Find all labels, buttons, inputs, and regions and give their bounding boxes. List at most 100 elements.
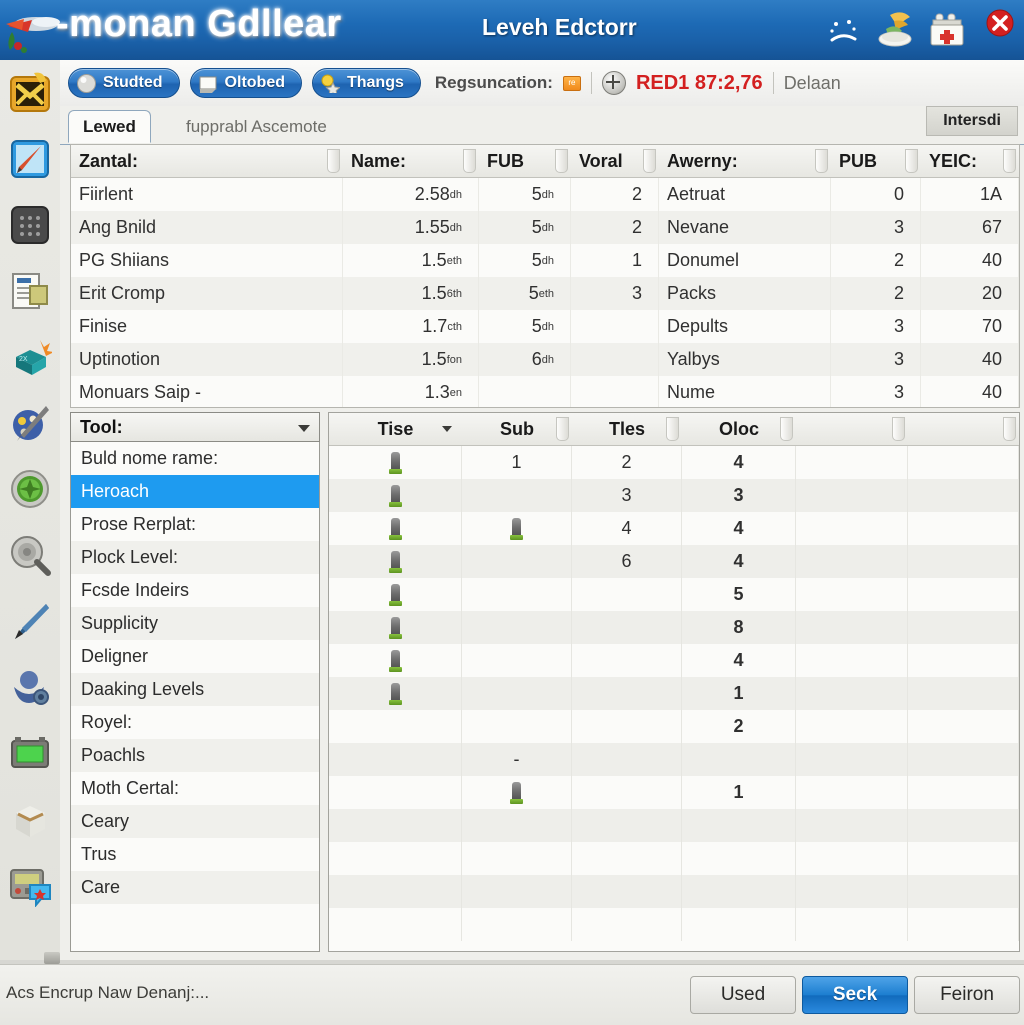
tab-fupprabl-ascemote[interactable]: fupprabl Ascemote (172, 110, 341, 143)
sidebar-item-pen-tablet[interactable] (0, 126, 60, 192)
status-button-seck[interactable]: Seck (802, 976, 908, 1014)
toolbar-pill-thangs[interactable]: Thangs (311, 68, 421, 98)
status-button-used[interactable]: Used (690, 976, 796, 1014)
table-row[interactable]: Finise 1.7 cth 5 dh Depults 3 70 (71, 310, 1019, 343)
tool-listbox[interactable]: Buld nome rame: Heroach Prose Rerplat: Ploc… (70, 442, 320, 952)
grid-row[interactable]: 8 (329, 611, 1019, 644)
grid-col-header-1[interactable]: Sub (462, 413, 572, 445)
top-col-header-5[interactable]: PUB (831, 145, 921, 177)
table-row[interactable]: PG Shiians 1.5 eth 5 dh 1 Donumel 2 40 (71, 244, 1019, 277)
sort-caret-icon[interactable] (442, 426, 452, 432)
grid-row[interactable]: 1 (329, 677, 1019, 710)
column-resize-grip[interactable] (463, 149, 476, 173)
scrollbar-nub[interactable] (44, 952, 60, 964)
grid-row[interactable]: - (329, 743, 1019, 776)
column-resize-grip[interactable] (643, 149, 656, 173)
first-aid-kit-icon[interactable] (924, 7, 970, 53)
grid-col-header-2[interactable]: Tles (572, 413, 682, 445)
list-item[interactable]: Ceary (71, 805, 319, 838)
column-resize-grip[interactable] (892, 417, 905, 441)
column-resize-grip[interactable] (1003, 149, 1016, 173)
table-row[interactable]: Uptinotion 1.5 fon 6 dh Yalbys 3 40 (71, 343, 1019, 376)
top-col-header-1[interactable]: Name: (343, 145, 479, 177)
column-resize-grip[interactable] (666, 417, 679, 441)
white-card-icon (199, 74, 218, 93)
grid-row[interactable] (329, 908, 1019, 941)
tool-combobox[interactable]: Tool: (70, 412, 320, 442)
tower-icon (388, 484, 402, 507)
sidebar-item-magnifier[interactable] (0, 522, 60, 588)
list-item[interactable]: Deligner (71, 640, 319, 673)
grid-col-header-5[interactable] (908, 413, 1019, 445)
grid-col-header-3[interactable]: Oloc (682, 413, 796, 445)
tab-lewed[interactable]: Lewed (68, 110, 151, 143)
toolbar-pill-oltobed[interactable]: Oltobed (189, 68, 302, 98)
grid-row[interactable] (329, 875, 1019, 908)
list-item[interactable]: Prose Rerplat: (71, 508, 319, 541)
list-item[interactable]: Heroach (71, 475, 319, 508)
grid-row[interactable]: 4 (329, 644, 1019, 677)
grid-row[interactable]: 1 (329, 776, 1019, 809)
list-item[interactable]: Daaking Levels (71, 673, 319, 706)
column-resize-grip[interactable] (556, 417, 569, 441)
table-row[interactable]: Fiirlent 2.58 dh 5 dh 2 Aetruat 0 1A (71, 178, 1019, 211)
list-item[interactable]: Moth Certal: (71, 772, 319, 805)
sidebar-item-document[interactable] (0, 258, 60, 324)
bird-bowl-icon[interactable] (872, 7, 918, 53)
top-col-header-6[interactable]: YEIC: (921, 145, 1019, 177)
grid-col-header-0[interactable]: Tise (329, 413, 462, 445)
status-button-feiron[interactable]: Feiron (914, 976, 1020, 1014)
list-item[interactable]: Fcsde Indeirs (71, 574, 319, 607)
sidebar-item-green-screen[interactable] (0, 720, 60, 786)
window-title: -monan Gdllear (56, 3, 342, 45)
grid-row[interactable]: 33 (329, 479, 1019, 512)
grid-col-header-4[interactable] (796, 413, 908, 445)
list-item[interactable]: Care (71, 871, 319, 904)
sidebar-item-crate[interactable] (0, 786, 60, 852)
column-resize-grip[interactable] (780, 417, 793, 441)
grid-row[interactable]: 64 (329, 545, 1019, 578)
list-item[interactable]: Buld nome rame: (71, 442, 319, 475)
table-row[interactable]: Erit Cromp 1.5 6th 5 eth 3 Packs 2 20 (71, 277, 1019, 310)
sidebar-item-pen[interactable] (0, 588, 60, 654)
table-cell: 3 (571, 277, 659, 310)
crosshair-icon[interactable] (601, 71, 626, 95)
list-item[interactable]: Plock Level: (71, 541, 319, 574)
top-col-header-3[interactable]: Voral (571, 145, 659, 177)
sidebar-item-mail[interactable] (0, 60, 60, 126)
sidebar-item-chat-device[interactable] (0, 852, 60, 918)
toolbar-pill-studted[interactable]: Studted (68, 68, 180, 98)
column-resize-grip[interactable] (555, 149, 568, 173)
grid-cell (462, 545, 572, 578)
sidebar-item-keypad[interactable] (0, 192, 60, 258)
sidebar-item-teal-box[interactable]: 2X (0, 324, 60, 390)
table-row[interactable]: Ang Bnild 1.55 dh 5 dh 2 Nevane 3 67 (71, 211, 1019, 244)
list-item[interactable]: Trus (71, 838, 319, 871)
list-item[interactable]: Royel: (71, 706, 319, 739)
yellow-envelope-icon (8, 71, 52, 115)
top-col-header-0[interactable]: Zantal: (71, 145, 343, 177)
column-resize-grip[interactable] (905, 149, 918, 173)
grid-cell: 3 (682, 479, 796, 512)
sidebar-item-palette[interactable] (0, 390, 60, 456)
column-resize-grip[interactable] (1003, 417, 1016, 441)
table-cell: Depults (659, 310, 831, 343)
list-item[interactable]: Supplicity (71, 607, 319, 640)
close-icon[interactable] (976, 7, 1022, 53)
grid-row[interactable]: 2 (329, 710, 1019, 743)
table-row[interactable]: Monuars Saip -1.3 en Nume 3 40 (71, 376, 1019, 407)
sad-face-icon[interactable] (820, 7, 866, 53)
grid-row[interactable] (329, 842, 1019, 875)
sidebar-item-green-dial[interactable] (0, 456, 60, 522)
list-item[interactable]: Poachls (71, 739, 319, 772)
grid-row[interactable]: 124 (329, 446, 1019, 479)
top-col-header-2[interactable]: FUB (479, 145, 571, 177)
intersdi-button[interactable]: Intersdi (926, 106, 1018, 136)
grid-row[interactable] (329, 809, 1019, 842)
grid-row[interactable]: 5 (329, 578, 1019, 611)
top-col-header-4[interactable]: Awerny: (659, 145, 831, 177)
column-resize-grip[interactable] (815, 149, 828, 173)
sidebar-item-engine[interactable] (0, 654, 60, 720)
column-resize-grip[interactable] (327, 149, 340, 173)
grid-row[interactable]: 44 (329, 512, 1019, 545)
